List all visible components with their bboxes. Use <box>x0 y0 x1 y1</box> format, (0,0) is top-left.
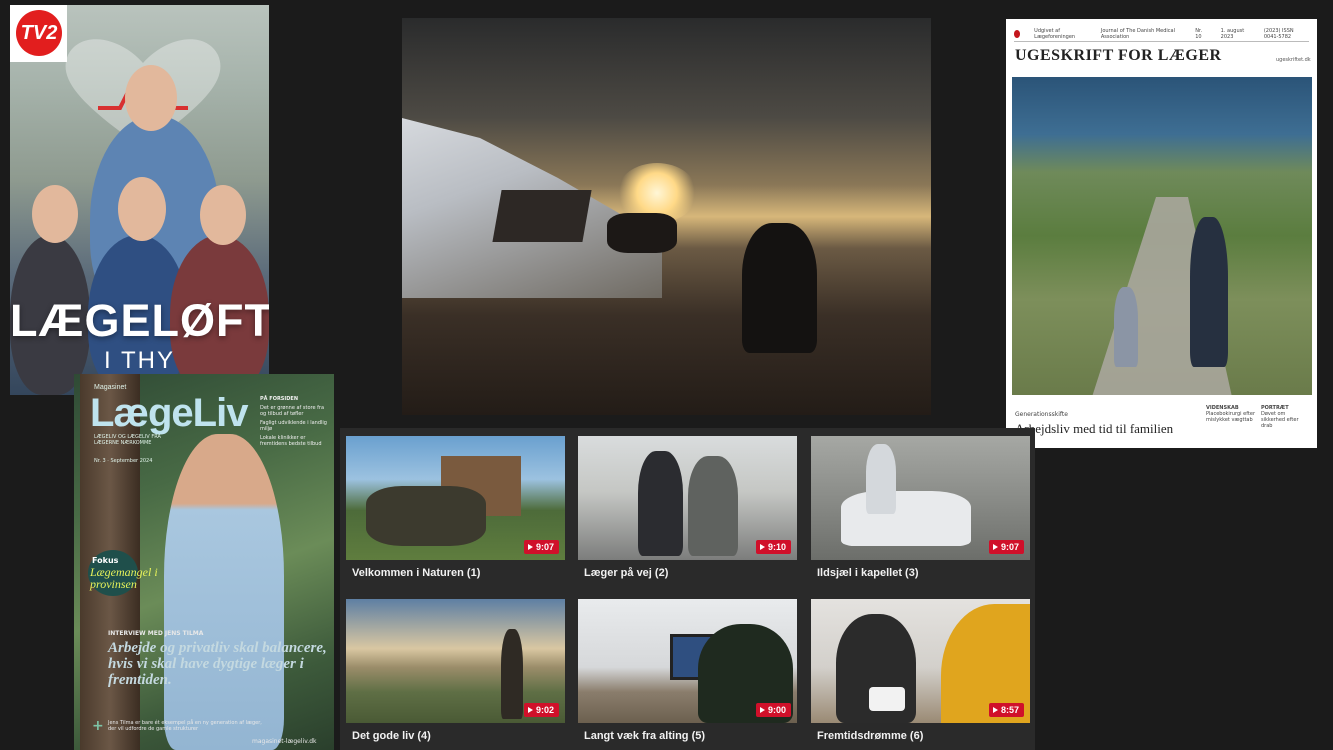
play-icon <box>992 544 998 550</box>
side-text: Placebokirurgi efter mislykket vægttab <box>1206 411 1255 423</box>
ugeskrift-cover-photo <box>1012 77 1312 395</box>
ugeskrift-headline: Arbejdsliv med tid til familien <box>1015 421 1174 436</box>
video-title[interactable]: Velkommen i Naturen (1) <box>352 567 480 579</box>
topline-item: 1. august 2023 <box>1220 28 1245 40</box>
video-title[interactable]: Fremtidsdrømme (6) <box>817 730 923 742</box>
contents-item: Fagligt udviklende i landlig miljø <box>260 420 327 432</box>
topline-item: Journal of The Danish Medical Associatio… <box>1100 28 1176 40</box>
duration-text: 9:02 <box>535 705 554 715</box>
duration-badge: 9:10 <box>755 540 791 554</box>
man-with-binoculars <box>501 629 523 719</box>
side-text: Døvet om sikkerhed efter drab <box>1261 411 1299 429</box>
duration-badge: 9:00 <box>755 703 791 717</box>
laegeliv-issue: Nr. 3 · September 2024 <box>94 458 153 464</box>
topline-item: (2023) ISSN 0041-5782 <box>1263 28 1294 40</box>
poster-title: LÆGELØFTET <box>10 295 269 346</box>
play-icon <box>759 707 765 713</box>
video-title[interactable]: Langt væk fra alting (5) <box>584 730 705 742</box>
video-title[interactable]: Ildsjæl i kapellet (3) <box>817 567 918 579</box>
laegeloftet-poster[interactable]: TV2 LÆGELØFTET I THY <box>10 5 269 395</box>
ugeskrift-side-2: PORTRÆT Døvet om sikkerhed efter drab <box>1261 405 1311 429</box>
ugeskrift-cover[interactable]: Udgivet af Lægeforeningen Journal of The… <box>1006 19 1317 448</box>
video-thumbnail[interactable]: 9:02 <box>346 599 565 723</box>
laegeliv-tagline: LÆGELIV OG LÆGELIV FRA LÆGERNE NÆRKOMME <box>94 434 161 446</box>
brand-small: Magasinet <box>94 384 127 391</box>
video-thumbnail[interactable]: 9:00 <box>578 599 797 723</box>
duration-badge: 8:57 <box>988 703 1024 717</box>
doctor-figure <box>638 451 683 556</box>
video-thumbnail[interactable]: 9:07 <box>811 436 1030 560</box>
distant-walkers <box>607 213 677 253</box>
fokus-title: Lægemangel i provinsen <box>90 565 158 591</box>
cover-quote: Arbejde og privatliv skal balancere, hvi… <box>108 640 327 688</box>
gravel-path <box>1092 197 1232 395</box>
doctor-face-2 <box>32 185 78 243</box>
ugeskrift-url: ugeskriftet.dk <box>1276 57 1311 63</box>
play-icon <box>759 544 765 550</box>
video-grid: 9:07 Velkommen i Naturen (1) 9:10 Læger … <box>340 428 1035 750</box>
contents-item: Lokale klinikker er fremtidens bedste ti… <box>260 435 322 447</box>
fokus-label: Fokus <box>92 556 119 565</box>
duration-badge: 9:07 <box>523 540 559 554</box>
topline-item: Nr. 10 <box>1195 28 1203 40</box>
contents-item: Det er grønne af store fra og tilbud af … <box>260 405 325 417</box>
ugeskrift-masthead: UGESKRIFT FOR LÆGER <box>1015 47 1222 64</box>
interview-label: INTERVIEW MED JENS TILMA <box>108 630 204 637</box>
patient-figure <box>688 456 738 556</box>
doctor-face-1 <box>125 65 177 131</box>
cover-blurb: Jens Tilma er bare ét eksempel på en ny … <box>108 720 262 732</box>
video-thumbnail[interactable]: 9:10 <box>578 436 797 560</box>
cover-person <box>164 434 284 750</box>
poster-subtitle: I THY <box>104 347 175 374</box>
blood-pressure-monitor <box>869 687 905 711</box>
bunker <box>492 190 592 242</box>
laegeliv-magazine-cover[interactable]: Magasinet LægeLiv LÆGELIV OG LÆGELIV FRA… <box>74 374 334 750</box>
laegeliv-logo: LægeLiv <box>90 391 248 435</box>
laegeliv-contents: PÅ FORSIDEN Det er grønne af store fra o… <box>260 396 330 447</box>
plus-icon: + <box>92 718 104 734</box>
magazine-site: magasinet-lægeliv.dk <box>252 738 317 745</box>
duration-badge: 9:02 <box>523 703 559 717</box>
duration-text: 9:10 <box>767 542 786 552</box>
duration-text: 9:07 <box>1000 542 1019 552</box>
contents-heading: PÅ FORSIDEN <box>260 396 299 402</box>
ugeskrift-topline: Udgivet af Lægeforeningen Journal of The… <box>1014 27 1309 42</box>
ugeskrift-side-1: VIDENSKAB Placebokirurgi efter mislykket… <box>1206 405 1256 423</box>
play-icon <box>992 707 998 713</box>
covered-body <box>841 491 971 546</box>
doctor-face-3 <box>118 177 166 241</box>
duration-text: 8:57 <box>1000 705 1019 715</box>
child-figure <box>1114 287 1138 367</box>
group-of-people <box>366 486 486 546</box>
walking-couple <box>742 223 817 353</box>
topline-item: Udgivet af Lægeforeningen <box>1034 28 1076 40</box>
duration-text: 9:07 <box>535 542 554 552</box>
ugeskrift-kicker: Generationsskifte <box>1015 411 1068 418</box>
ugeskrift-logo-icon <box>1014 30 1021 38</box>
doctor-face-4 <box>200 185 246 245</box>
video-thumbnail[interactable]: 9:07 <box>346 436 565 560</box>
video-thumbnail[interactable]: 8:57 <box>811 599 1030 723</box>
video-title[interactable]: Læger på vej (2) <box>584 567 668 579</box>
nurse-figure <box>866 444 896 514</box>
tv2-logo-mark: TV2 <box>16 10 62 56</box>
duration-text: 9:00 <box>767 705 786 715</box>
play-icon <box>527 544 533 550</box>
father-figure <box>1190 217 1228 367</box>
duration-badge: 9:07 <box>988 540 1024 554</box>
video-title[interactable]: Det gode liv (4) <box>352 730 431 742</box>
sunset-beach-photo[interactable] <box>402 18 931 415</box>
play-icon <box>527 707 533 713</box>
